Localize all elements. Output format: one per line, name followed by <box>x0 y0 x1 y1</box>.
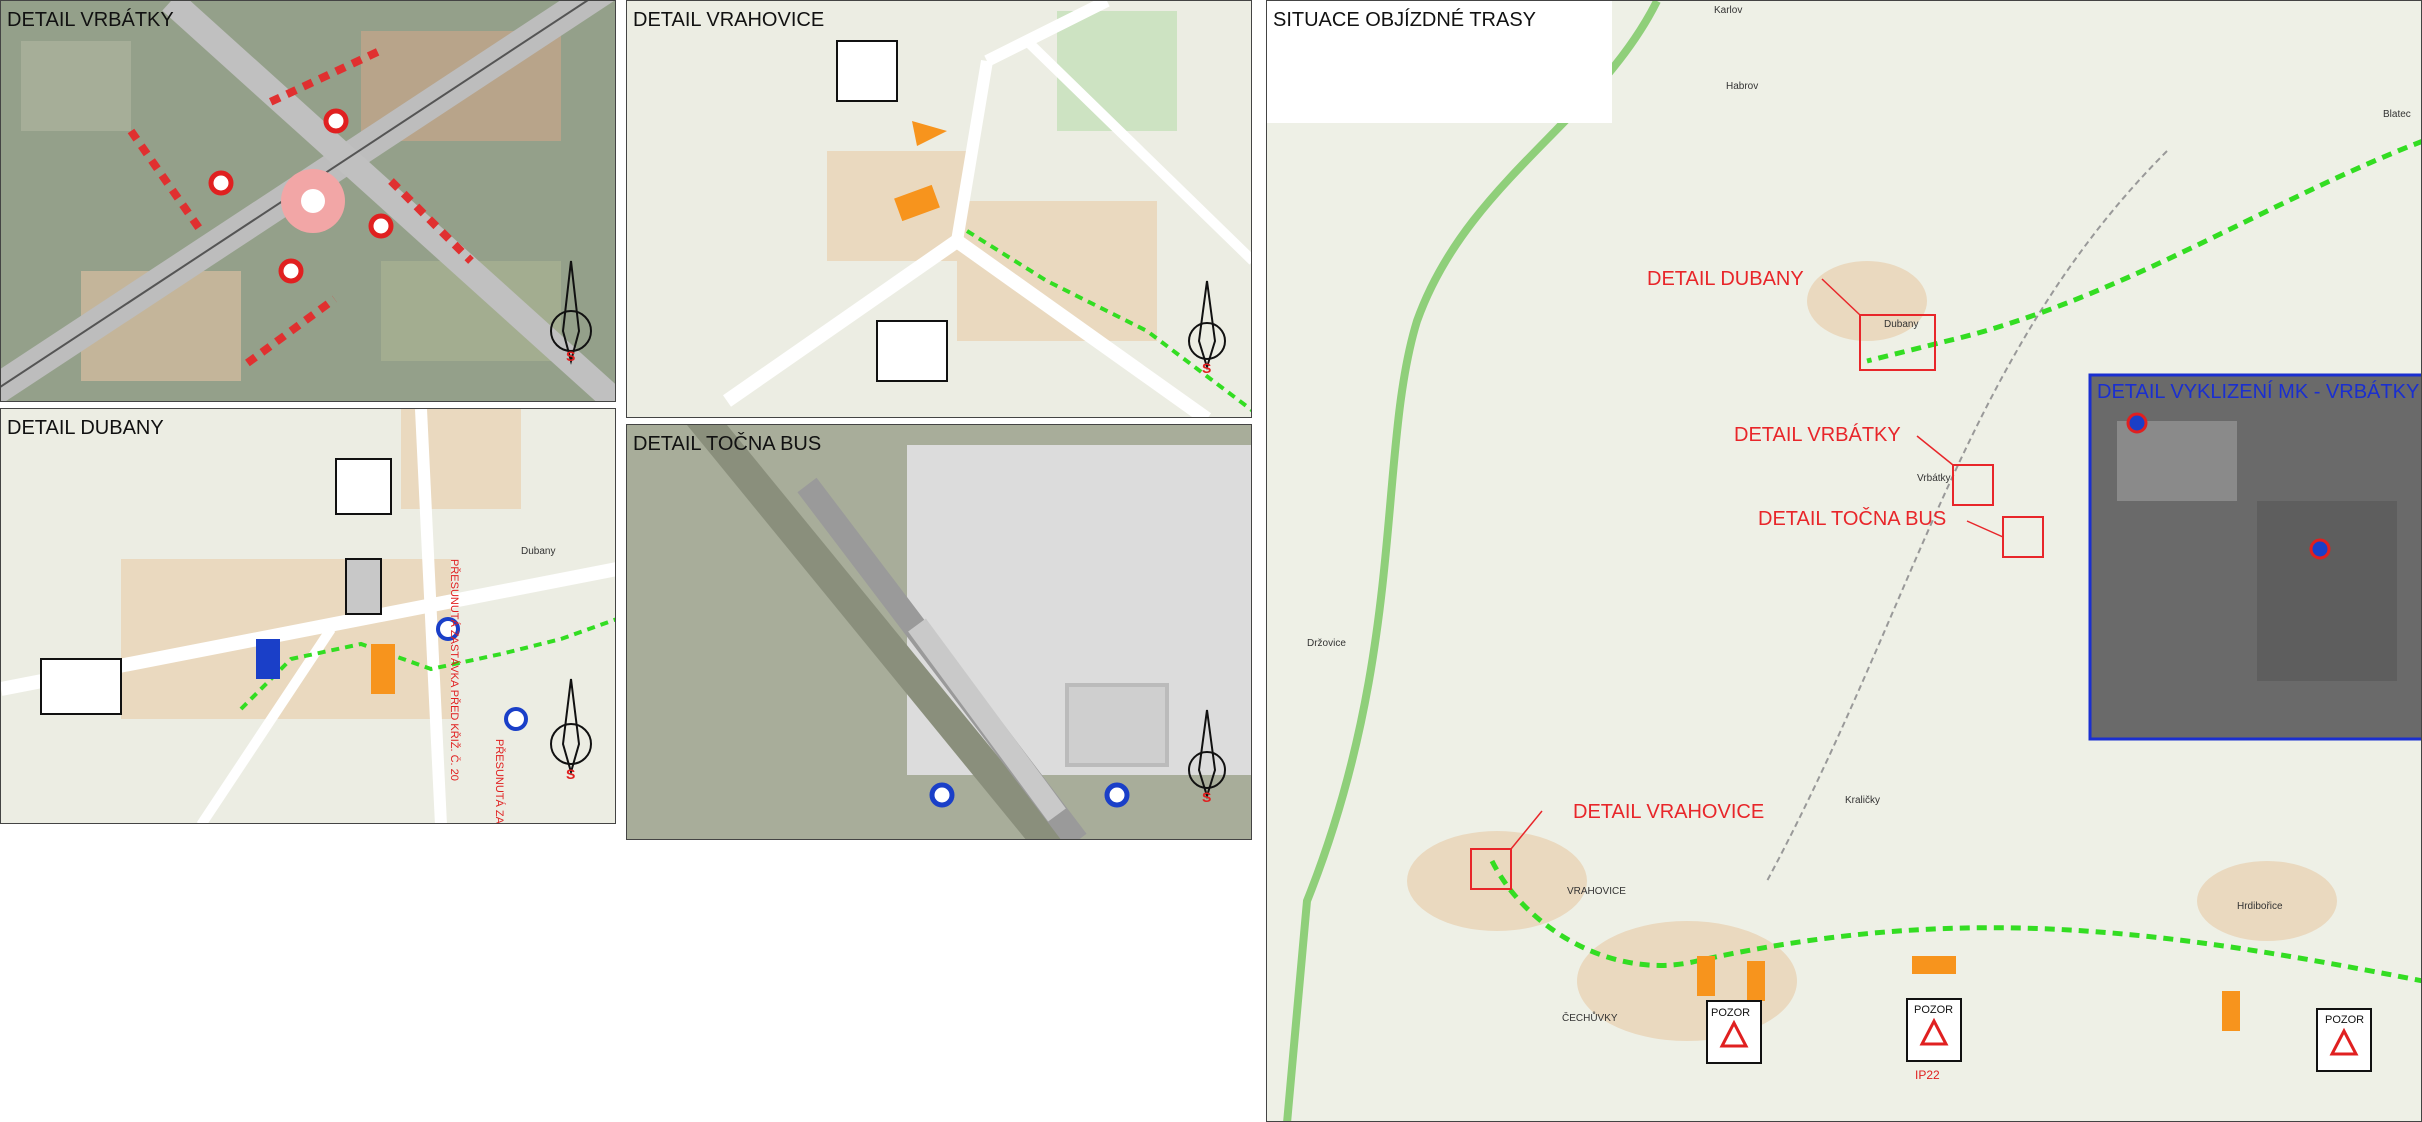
panel-title: DETAIL VRAHOVICE <box>633 9 825 31</box>
place-kralicky: Kraličky <box>1845 795 1881 806</box>
place-karlov: Karlov <box>1714 5 1743 16</box>
callout-detail-dubany[interactable]: DETAIL DUBANY <box>1647 268 1804 291</box>
panel-detail-vrbatky[interactable]: DETAIL VRBÁTKY S <box>0 0 616 402</box>
sign-text: POZOR <box>1711 1007 1750 1019</box>
tocna-map: S <box>627 425 1251 839</box>
panel-title: DETAIL DUBANY <box>7 417 164 439</box>
sign-text: POZOR <box>2325 1014 2364 1026</box>
compass-letter: S <box>1202 789 1211 805</box>
sign-code: IP22 <box>1915 1068 1940 1082</box>
panel-title: DETAIL TOČNA BUS <box>633 433 822 455</box>
village-label: Dubany <box>521 546 555 557</box>
panel-detail-dubany[interactable]: DETAIL DUBANY Dubany PŘESUNUTÁ ZASTÁVKA … <box>0 408 616 824</box>
bus-stop-note: PŘESUNUTÁ ZASTÁVKA PŘED KŘIŽ. Č. 20 <box>448 559 461 781</box>
place-drzovice: Držovice <box>1307 638 1346 649</box>
callout-detail-tocna[interactable]: DETAIL TOČNA BUS <box>1758 508 1946 531</box>
panel-title: SITUACE OBJÍZDNÉ TRASY <box>1273 9 1537 31</box>
callout-detail-vrbatky[interactable]: DETAIL VRBÁTKY <box>1734 424 1901 447</box>
compass-letter: S <box>1202 360 1211 376</box>
compass-letter: S <box>566 348 575 364</box>
place-vrahovice: VRAHOVICE <box>1567 886 1626 897</box>
callout-detail-vrahovice[interactable]: DETAIL VRAHOVICE <box>1573 801 1764 824</box>
place-hrdiborice: Hrdibořice <box>2237 901 2283 912</box>
dubany-map: Dubany PŘESUNUTÁ ZASTÁVKA PŘED PŘESUNUTÁ… <box>1 409 615 824</box>
vrahovice-map: S <box>627 1 1251 417</box>
place-dubany: Dubany <box>1884 319 1919 330</box>
panel-title: DETAIL VRBÁTKY <box>7 9 174 31</box>
panel-detail-vrahovice[interactable]: DETAIL VRAHOVICE S <box>626 0 1252 418</box>
place-vrbatky: Vrbátky <box>1917 473 1951 484</box>
situace-map: POZOR POZOR POZOR IP22 <box>1267 1 2421 1121</box>
vrbatky-map: S <box>1 1 615 401</box>
sign-text: POZOR <box>1914 1004 1953 1016</box>
place-blatec: Blatec <box>2383 109 2411 120</box>
place-cechuvky: ČECHŮVKY <box>1562 1013 1618 1024</box>
panel-situace[interactable]: SITUACE OBJÍZDNÉ TRASY POZOR POZOR POZOR… <box>1266 0 2422 1122</box>
compass-letter: S <box>566 766 575 782</box>
bus-stop-note: PŘESUNUTÁ ZASTÁVKA PŘED <box>493 739 506 824</box>
place-habrov: Habrov <box>1726 81 1759 92</box>
panel-detail-tocna-bus[interactable]: DETAIL TOČNA BUS S <box>626 424 1252 840</box>
inset-title: DETAIL VYKLIZENÍ MK - VRBÁTKY <box>2097 381 2420 403</box>
